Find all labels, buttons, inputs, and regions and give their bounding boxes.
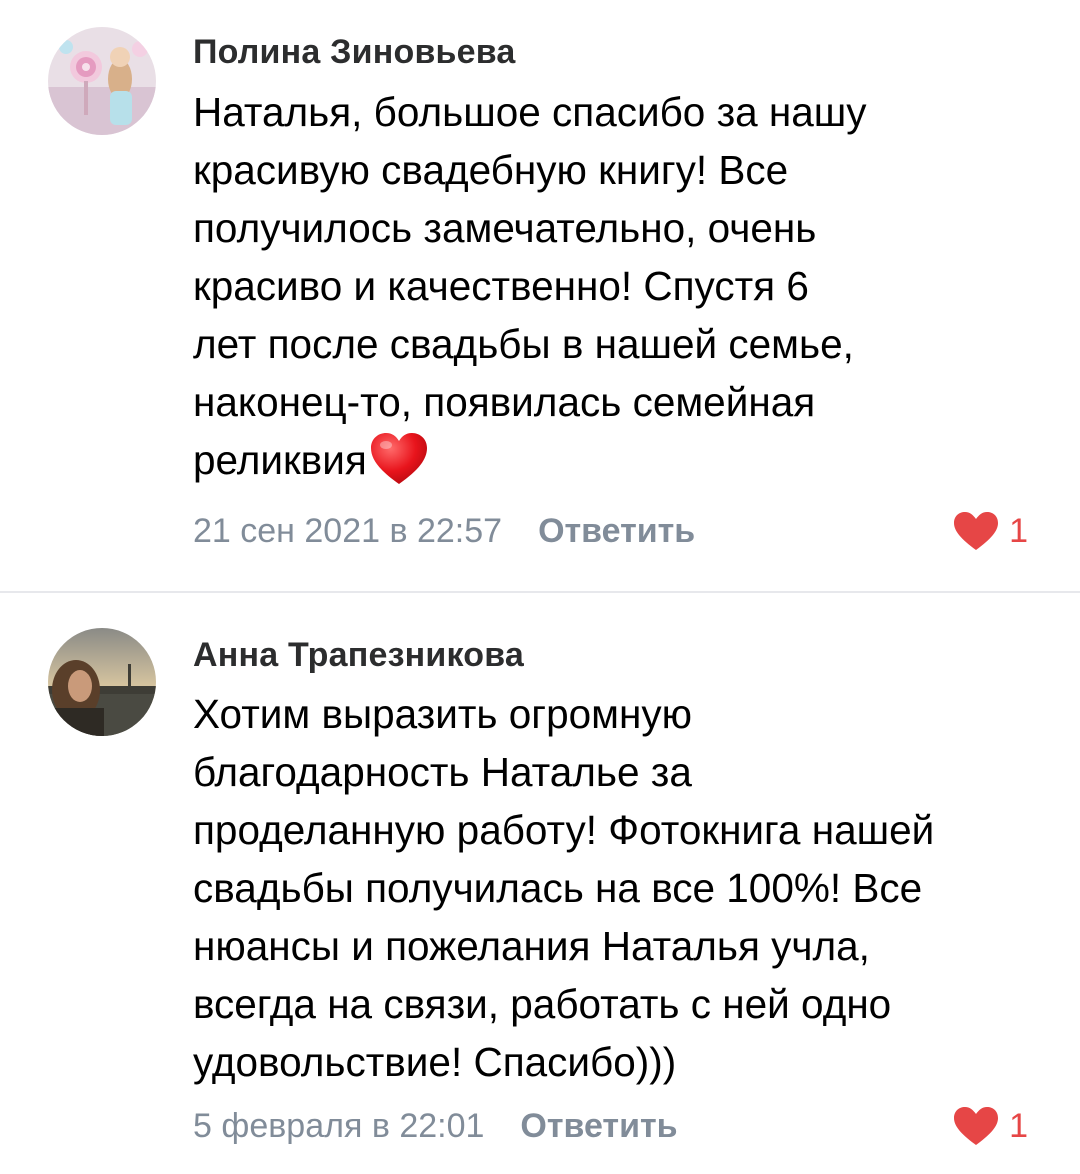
comment-date[interactable]: 5 февраля в 22:01: [193, 1107, 484, 1146]
avatar-image: [48, 628, 156, 736]
avatar[interactable]: [48, 27, 156, 135]
reply-button[interactable]: Ответить: [538, 512, 695, 551]
comment-text: Хотим выразить огромную благодарность На…: [193, 685, 1053, 1091]
comment-meta: 21 сен 2021 в 22:57 Ответить: [193, 509, 695, 553]
author-name[interactable]: Полина Зиновьева: [193, 33, 516, 72]
reply-button[interactable]: Ответить: [520, 1107, 677, 1146]
comment-text-content: Хотим выразить огромную благодарность На…: [193, 691, 935, 1085]
author-name[interactable]: Анна Трапезникова: [193, 636, 524, 675]
avatar[interactable]: [48, 628, 156, 736]
avatar-image: [48, 27, 156, 135]
heart-icon: [954, 1107, 999, 1145]
red-heart-icon: [369, 432, 429, 486]
comment-divider: [0, 591, 1080, 593]
like-count: 1: [1009, 1106, 1028, 1145]
comment-text: Наталья, большое спасибо за нашу красиву…: [193, 83, 1053, 489]
comment-text-content: Наталья, большое спасибо за нашу красиву…: [193, 89, 867, 483]
like-button[interactable]: 1: [953, 1104, 1028, 1148]
comment-meta: 5 февраля в 22:01 Ответить: [193, 1104, 678, 1148]
comment-date[interactable]: 21 сен 2021 в 22:57: [193, 512, 502, 551]
like-button[interactable]: 1: [953, 509, 1028, 553]
heart-icon: [954, 512, 999, 550]
like-count: 1: [1009, 511, 1028, 550]
